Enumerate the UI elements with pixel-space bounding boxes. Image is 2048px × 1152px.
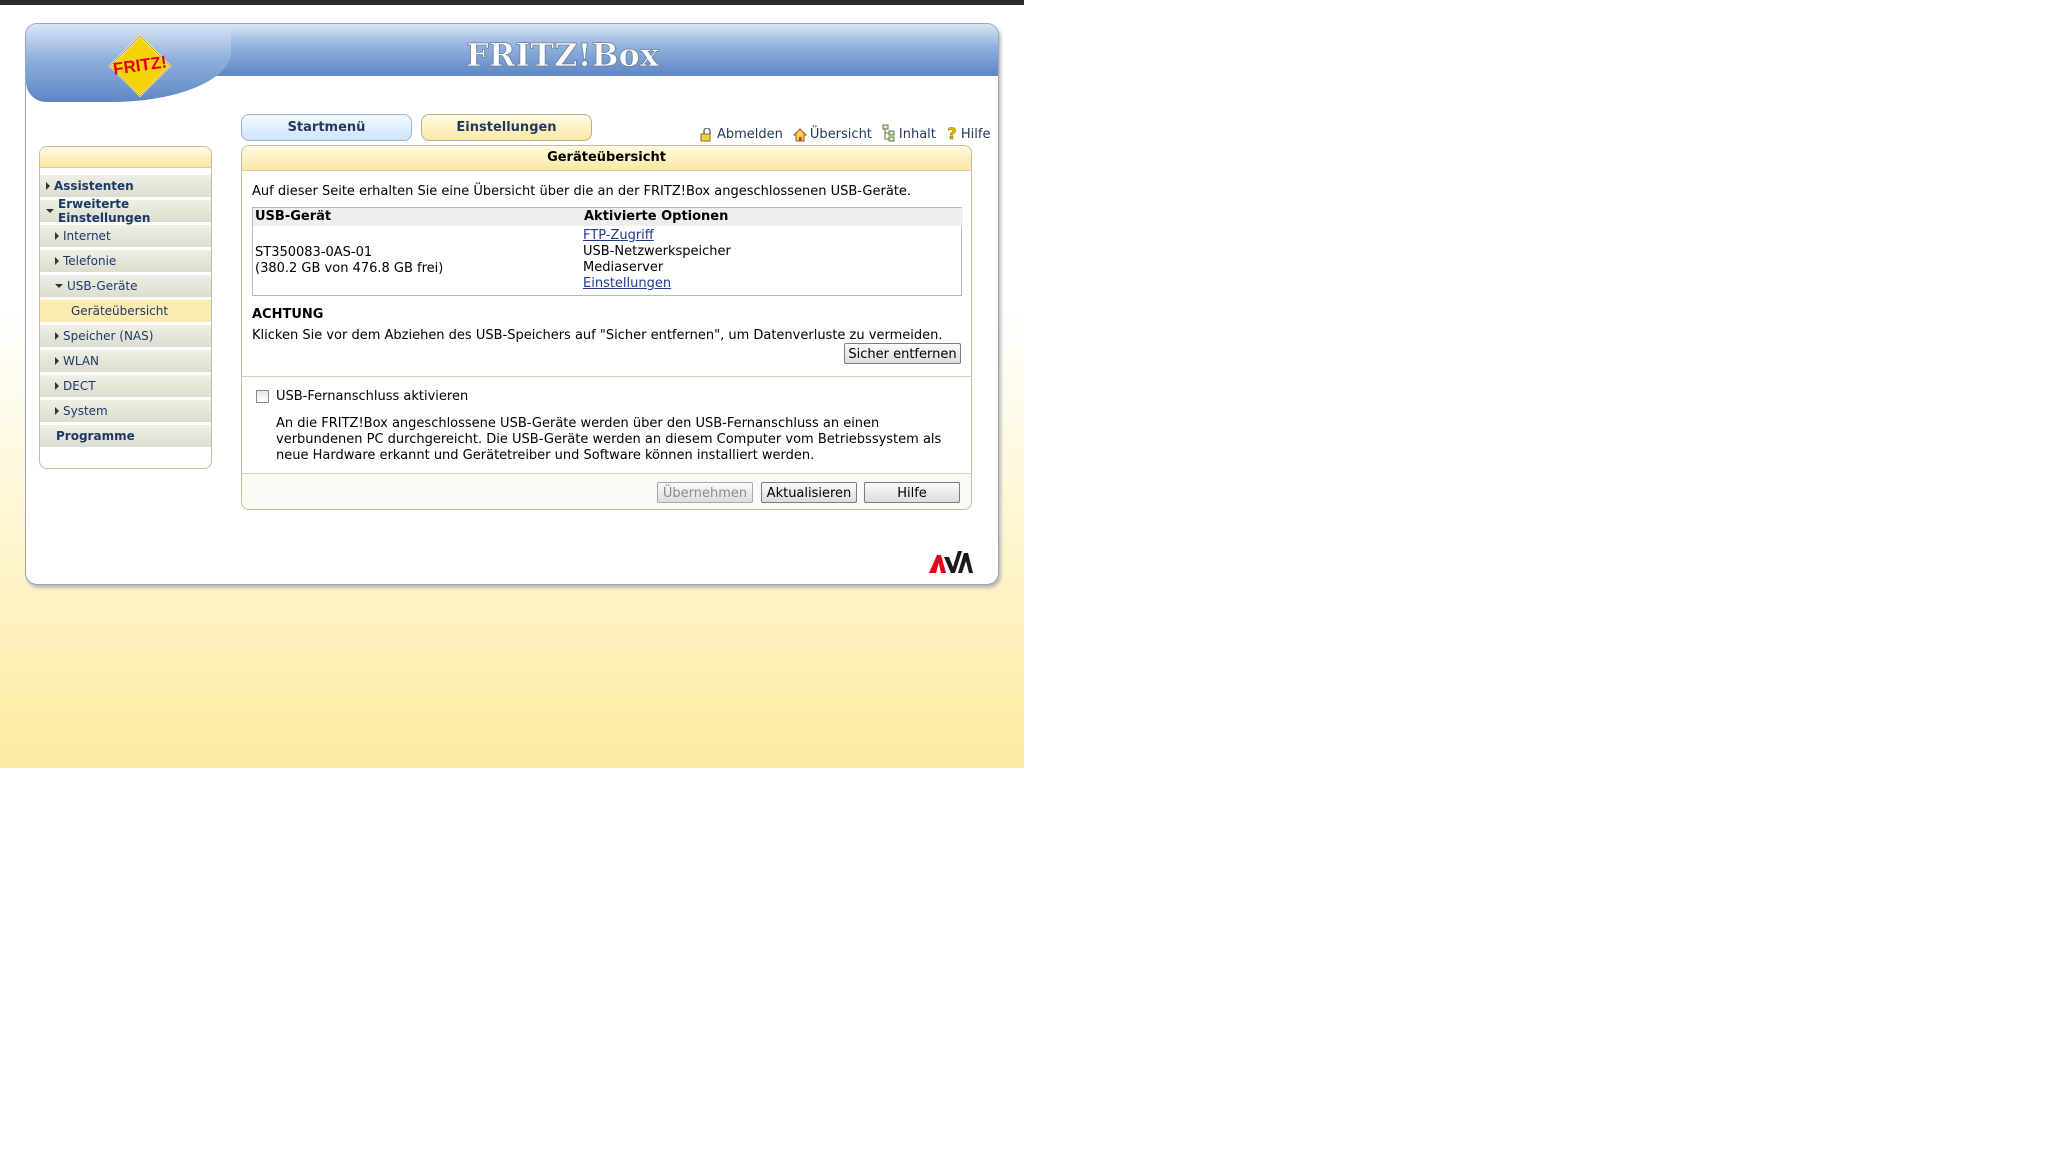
sidebar-header [40, 147, 211, 168]
aktualisieren-button[interactable]: Aktualisieren [761, 482, 857, 503]
button-bar [242, 474, 971, 509]
usb-device-table: USB-Gerät Aktivierte Optionen ST350083-0… [252, 207, 963, 296]
fritzbox-brand-logo: FRITZ!Box [466, 36, 661, 75]
sidebar-item-geraeteuebersicht[interactable]: Geräteübersicht [40, 300, 211, 322]
chevron-right-icon [55, 332, 59, 340]
uebersicht-label: Übersicht [809, 127, 872, 142]
chevron-down-icon [55, 284, 63, 288]
sidebar-item-assistenten[interactable]: Assistenten [40, 175, 211, 197]
hilfe-link[interactable]: ? Hilfe [946, 120, 991, 142]
usb-fernanschluss-checkbox[interactable] [256, 390, 269, 403]
einstellungen-link[interactable]: Einstellungen [583, 276, 731, 292]
option-usb-netzwerkspeicher: USB-Netzwerkspeicher [583, 244, 731, 259]
uebernehmen-button[interactable]: Übernehmen [657, 482, 753, 503]
sidebar-item-erweiterte-einstellungen[interactable]: Erweiterte Einstellungen [40, 197, 211, 225]
chevron-right-icon [55, 407, 59, 415]
hilfe-label: Hilfe [960, 127, 991, 142]
sidebar-item-internet[interactable]: Internet [40, 225, 211, 247]
device-name: ST350083-0AS-01 [255, 245, 373, 260]
hilfe-button[interactable]: Hilfe [864, 482, 960, 503]
abmelden-label: Abmelden [717, 127, 783, 142]
sidebar-item-system[interactable]: System [40, 400, 211, 422]
chevron-right-icon [55, 357, 59, 365]
option-mediaserver: Mediaserver [583, 260, 664, 275]
sitemap-icon [882, 124, 895, 142]
sidebar: Assistenten Erweiterte Einstellungen Int… [39, 146, 212, 469]
options-cell: FTP-Zugriff USB-Netzwerkspeicher Mediase… [583, 228, 731, 292]
device-cell: ST350083-0AS-01 (380.2 GB von 476.8 GB f… [255, 245, 443, 277]
sidebar-item-dect[interactable]: DECT [40, 375, 211, 397]
sidebar-item-programme[interactable]: Programme [40, 425, 211, 447]
inhalt-label: Inhalt [898, 127, 936, 142]
device-space: (380.2 GB von 476.8 GB frei) [255, 261, 444, 276]
avm-logo-icon [929, 551, 973, 573]
sidebar-item-wlan[interactable]: WLAN [40, 350, 211, 372]
divider [242, 376, 971, 377]
abmelden-link[interactable]: Abmelden [700, 120, 783, 142]
column-header-aktivierte-optionen: Aktivierte Optionen [582, 208, 963, 226]
ftp-zugriff-link[interactable]: FTP-Zugriff [583, 228, 731, 244]
usb-fernanschluss-label[interactable]: USB-Fernanschluss aktivieren [276, 389, 468, 404]
sidebar-item-speicher-nas[interactable]: Speicher (NAS) [40, 325, 211, 347]
sidebar-item-telefonie[interactable]: Telefonie [40, 250, 211, 272]
chevron-right-icon [55, 232, 59, 240]
svg-text:FRITZ!Box: FRITZ!Box [466, 36, 660, 74]
warning-title: ACHTUNG [252, 307, 324, 322]
chevron-right-icon [46, 182, 50, 190]
column-header-usb-geraet: USB-Gerät [253, 208, 582, 226]
fritz-logo-icon[interactable]: FRITZ! [108, 34, 172, 98]
chevron-right-icon [55, 382, 59, 390]
inhalt-link[interactable]: Inhalt [882, 120, 936, 142]
usb-fernanschluss-description: An die FRITZ!Box angeschlossene USB-Gerä… [276, 416, 942, 463]
svg-text:?: ? [947, 124, 956, 142]
top-links: Abmelden Übersicht Inhalt ? Hilfe [700, 120, 990, 142]
chevron-down-icon [46, 209, 54, 213]
warning-text: Klicken Sie vor dem Abziehen des USB-Spe… [252, 328, 943, 343]
page-title: Geräteübersicht [242, 146, 971, 171]
intro-text: Auf dieser Seite erhalten Sie eine Übers… [252, 184, 912, 199]
sidebar-item-usb-geraete[interactable]: USB-Geräte [40, 275, 211, 297]
chevron-right-icon [55, 257, 59, 265]
home-icon [792, 128, 807, 142]
uebersicht-link[interactable]: Übersicht [792, 120, 872, 142]
help-icon: ? [947, 124, 957, 142]
content-panel: Geräteübersicht Auf dieser Seite erhalte… [241, 145, 972, 510]
sicher-entfernen-button[interactable]: Sicher entfernen [844, 343, 961, 364]
tab-startmenu[interactable]: Startmenü [241, 114, 412, 141]
tab-einstellungen[interactable]: Einstellungen [421, 114, 592, 141]
logout-icon [700, 128, 711, 142]
